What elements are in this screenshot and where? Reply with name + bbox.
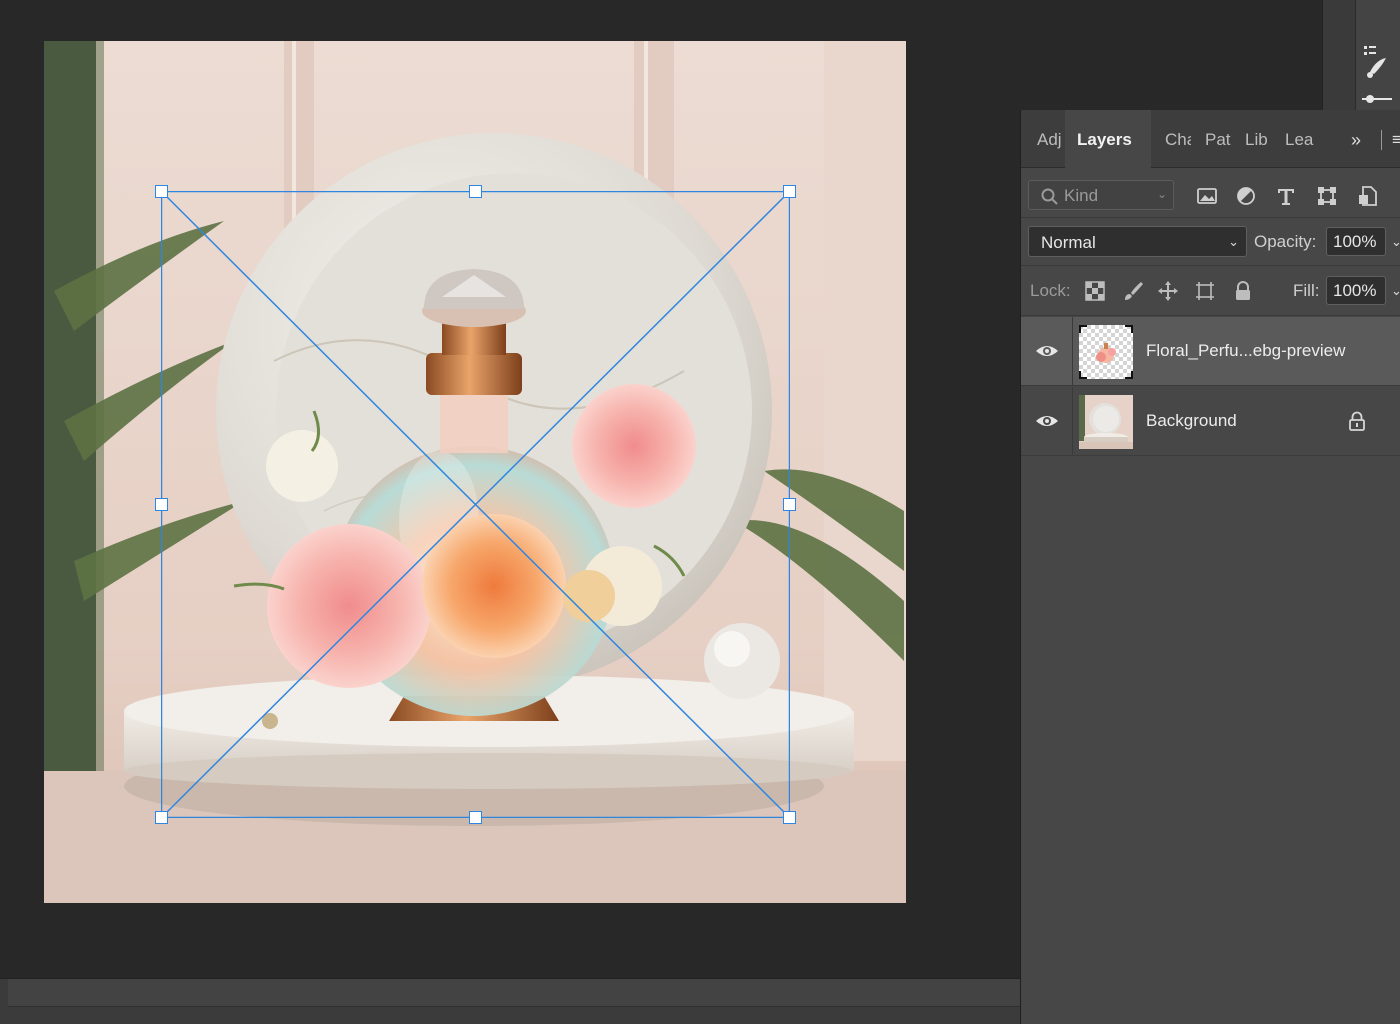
lock-all-icon[interactable]: [1232, 280, 1254, 302]
layer-row-background[interactable]: Background: [1021, 387, 1400, 456]
transform-handle-bottom-left[interactable]: [155, 811, 168, 824]
layer-name[interactable]: Floral_Perfu...ebg-preview: [1146, 341, 1345, 361]
horizontal-scrollbar[interactable]: [8, 979, 1020, 1007]
transform-handle-top-center[interactable]: [469, 185, 482, 198]
lock-position-icon[interactable]: [1157, 280, 1179, 302]
artwork-image: [44, 41, 906, 903]
transform-handle-bottom-center[interactable]: [469, 811, 482, 824]
tool-strip-inner: [1355, 0, 1400, 110]
shape-filter-icon[interactable]: [1316, 185, 1338, 207]
panel-menu-icon[interactable]: ≡: [1392, 110, 1400, 168]
type-filter-icon[interactable]: [1275, 185, 1297, 207]
tab-adjustments[interactable]: Adj: [1037, 110, 1063, 168]
fill-label: Fill:: [1293, 281, 1320, 300]
transform-handle-top-right[interactable]: [783, 185, 796, 198]
lock-transparent-icon[interactable]: [1084, 280, 1106, 302]
transform-handle-top-left[interactable]: [155, 185, 168, 198]
blend-mode-value: Normal: [1041, 233, 1096, 252]
transform-handle-bottom-right[interactable]: [783, 811, 796, 824]
layer-name[interactable]: Background: [1146, 411, 1237, 431]
tab-learn[interactable]: Lea: [1285, 110, 1319, 168]
layer-divider: [1072, 317, 1073, 386]
transform-handle-middle-left[interactable]: [155, 498, 168, 511]
tab-libraries[interactable]: Lib: [1245, 110, 1273, 168]
brush-settings-icon[interactable]: [1356, 0, 1400, 110]
layer-thumbnail-floral: [1079, 325, 1133, 379]
tab-paths[interactable]: Pat: [1205, 110, 1233, 168]
tool-strip: [1322, 0, 1400, 110]
lock-label: Lock:: [1030, 281, 1071, 300]
image-filter-icon[interactable]: [1196, 185, 1218, 207]
fill-chevron-icon[interactable]: ⌄: [1391, 283, 1400, 299]
workspace: [0, 0, 1020, 978]
double-chevron-right-icon[interactable]: »: [1351, 110, 1361, 168]
opacity-input[interactable]: 100%: [1326, 227, 1386, 256]
opacity-chevron-icon[interactable]: ⌄: [1391, 234, 1400, 250]
fill-input[interactable]: 100%: [1326, 276, 1386, 305]
layer-lock-icon[interactable]: [1348, 411, 1366, 431]
smart-object-filter-icon[interactable]: [1357, 185, 1379, 207]
transform-handle-middle-right[interactable]: [783, 498, 796, 511]
visibility-eye-icon[interactable]: [1035, 411, 1059, 431]
kind-filter-select[interactable]: Kind ⌄: [1028, 180, 1174, 210]
search-icon: [1041, 188, 1058, 205]
lock-artboard-icon[interactable]: [1194, 280, 1216, 302]
lock-pixels-icon[interactable]: [1122, 280, 1144, 302]
tab-separator: [1381, 130, 1382, 150]
layer-thumbnail-background: [1079, 395, 1133, 449]
visibility-eye-icon[interactable]: [1035, 341, 1059, 361]
kind-filter-label: Kind: [1064, 186, 1099, 205]
layer-divider: [1072, 387, 1073, 456]
layer-filter-row: Kind ⌄: [1021, 168, 1400, 218]
chevron-down-icon: ⌄: [1156, 187, 1167, 201]
adjustment-filter-icon[interactable]: [1235, 185, 1257, 207]
document-canvas[interactable]: [44, 41, 906, 903]
blend-mode-select[interactable]: Normal ⌄: [1028, 226, 1247, 257]
tab-layers[interactable]: Layers: [1065, 110, 1151, 168]
layers-panel: Adj Layers Cha Pat Lib Lea » ≡ Kind ⌄: [1020, 110, 1400, 1024]
status-bar: [0, 978, 1020, 1024]
lock-row: Lock: Fill: 100% ⌄: [1021, 266, 1400, 316]
panel-tabs: Adj Layers Cha Pat Lib Lea » ≡: [1021, 110, 1400, 168]
layer-row-floral-perfume[interactable]: Floral_Perfu...ebg-preview: [1021, 317, 1400, 386]
opacity-label: Opacity:: [1254, 232, 1317, 251]
blend-row: Normal ⌄ Opacity: 100% ⌄: [1021, 218, 1400, 266]
tab-channels[interactable]: Cha: [1165, 110, 1191, 168]
chevron-down-icon: ⌄: [1228, 234, 1239, 249]
